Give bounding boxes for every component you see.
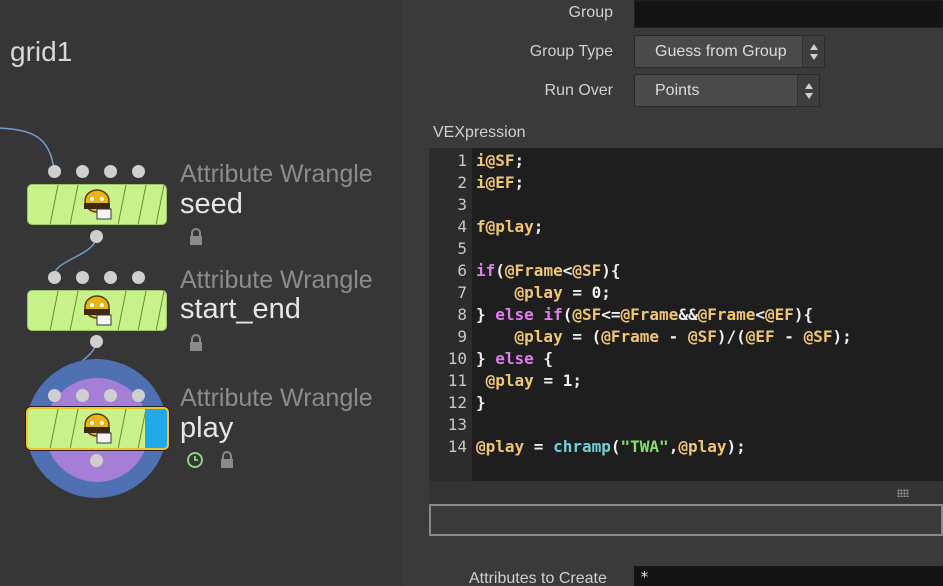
code-line[interactable]: 1 i@SF; [457,150,943,172]
group-type-value: Guess from Group [655,43,787,60]
lock-icon[interactable] [186,333,206,353]
code-text: i@SF; [476,151,525,170]
node-play-input[interactable] [132,389,145,402]
node-play-input[interactable] [76,389,89,402]
node-start-end-input[interactable] [132,271,145,284]
node-type-label: Attribute Wrangle [180,384,373,412]
vex-code-editor[interactable]: 1 i@SF; 2 i@EF; 3 4 f@play; 5 6 if(@Frame<@SF){ 7 … [429,148,943,481]
node-play[interactable] [26,407,169,450]
updown-arrows-icon [797,75,819,106]
display-flag[interactable] [145,409,167,448]
wrangle-icon [84,189,112,220]
node-type-label: Attribute Wrangle [180,266,373,294]
line-number: 13 [447,415,467,434]
code-text: } else if(@SF<=@Frame&&@Frame<@EF){ [476,305,814,324]
code-text: i@EF; [476,173,525,192]
code-text: } [476,393,486,412]
code-line[interactable]: 14 @play = chramp("TWA",@play); [448,436,943,458]
line-number: 2 [457,173,467,192]
line-number: 5 [457,239,467,258]
code-text: @play = 0; [514,283,611,302]
updown-arrows-icon [802,36,824,67]
node-start-end-input[interactable] [104,271,117,284]
editor-status-field[interactable] [429,504,943,536]
code-line[interactable]: 7 @play = 0; [457,282,943,304]
group-type-label: Group Type [529,43,613,60]
line-number: 11 [447,371,467,390]
code-line[interactable]: 12} [448,392,943,414]
node-play-input[interactable] [104,389,117,402]
node-seed-input[interactable] [132,165,145,178]
code-line[interactable]: 8 } else if(@SF<=@Frame&&@Frame<@EF){ [457,304,943,326]
line-number: 8 [457,305,467,324]
code-line[interactable]: 13 [448,414,943,436]
code-line[interactable]: 4 f@play; [457,216,943,238]
node-seed-output[interactable] [90,230,103,243]
line-number: 14 [447,437,467,456]
attributes-to-create-field[interactable]: * [634,566,943,586]
wrangle-icon [84,295,112,326]
code-line[interactable]: 5 [457,238,943,260]
network-editor[interactable]: grid1 Attribute Wrangle seed Attribute W… [0,0,402,586]
run-over-menu[interactable]: Points [634,74,820,107]
code-line[interactable]: 6 if(@Frame<@SF){ [457,260,943,282]
line-number: 1 [457,151,467,170]
code-line[interactable]: 9 @play = (@Frame - @SF)/(@EF - @SF); [457,326,943,348]
line-number: 6 [457,261,467,280]
code-text: } else { [476,349,554,368]
line-number: 4 [457,217,467,236]
node-play-input[interactable] [48,389,61,402]
node-seed-input[interactable] [104,165,117,178]
node-seed[interactable] [27,184,167,225]
network-path-title: grid1 [10,36,73,67]
clock-icon[interactable] [186,451,204,469]
line-number: 9 [457,327,467,346]
node-start-end[interactable] [27,290,167,331]
attributes-to-create-label: Attributes to Create [469,570,607,586]
lock-icon[interactable] [217,450,237,470]
code-text: if(@Frame<@SF){ [476,261,621,280]
editor-resize-handle[interactable] [429,481,943,505]
node-seed-input[interactable] [76,165,89,178]
group-label: Group [568,4,613,21]
code-line[interactable]: 11 @play = 1; [448,370,943,392]
group-field[interactable] [634,0,943,28]
wrangle-icon [84,413,112,444]
line-number: 10 [447,349,467,368]
code-line[interactable]: 2 i@EF; [457,172,943,194]
node-name-label[interactable]: start_end [180,293,301,326]
code-text: @play = chramp("TWA",@play); [476,437,746,456]
group-type-menu[interactable]: Guess from Group [634,35,825,68]
node-start-end-output[interactable] [90,335,103,348]
code-text: @play = (@Frame - @SF)/(@EF - @SF); [514,327,852,346]
node-seed-input[interactable] [48,165,61,178]
line-number: 3 [457,195,467,214]
lock-icon[interactable] [186,227,206,247]
vexpression-label: VEXpression [433,124,526,141]
node-play-output[interactable] [90,454,103,467]
node-start-end-input[interactable] [76,271,89,284]
node-type-label: Attribute Wrangle [180,160,373,188]
node-start-end-input[interactable] [48,271,61,284]
code-line[interactable]: 3 [457,194,943,216]
run-over-value: Points [655,82,700,99]
code-text-area[interactable]: 1 i@SF; 2 i@EF; 3 4 f@play; 5 6 if(@Frame<@SF){ 7 … [448,150,943,458]
code-text: @play = 1; [485,371,582,390]
code-text: f@play; [476,217,544,236]
line-number: 12 [447,393,467,412]
run-over-label: Run Over [544,82,613,99]
code-line[interactable]: 10 } else { [448,348,943,370]
parameter-pane: Group Group Type Guess from Group Run Ov… [402,0,943,586]
line-number: 7 [457,283,467,302]
grip-icon [897,489,909,497]
node-name-label[interactable]: seed [180,188,243,221]
node-name-label[interactable]: play [180,412,233,445]
